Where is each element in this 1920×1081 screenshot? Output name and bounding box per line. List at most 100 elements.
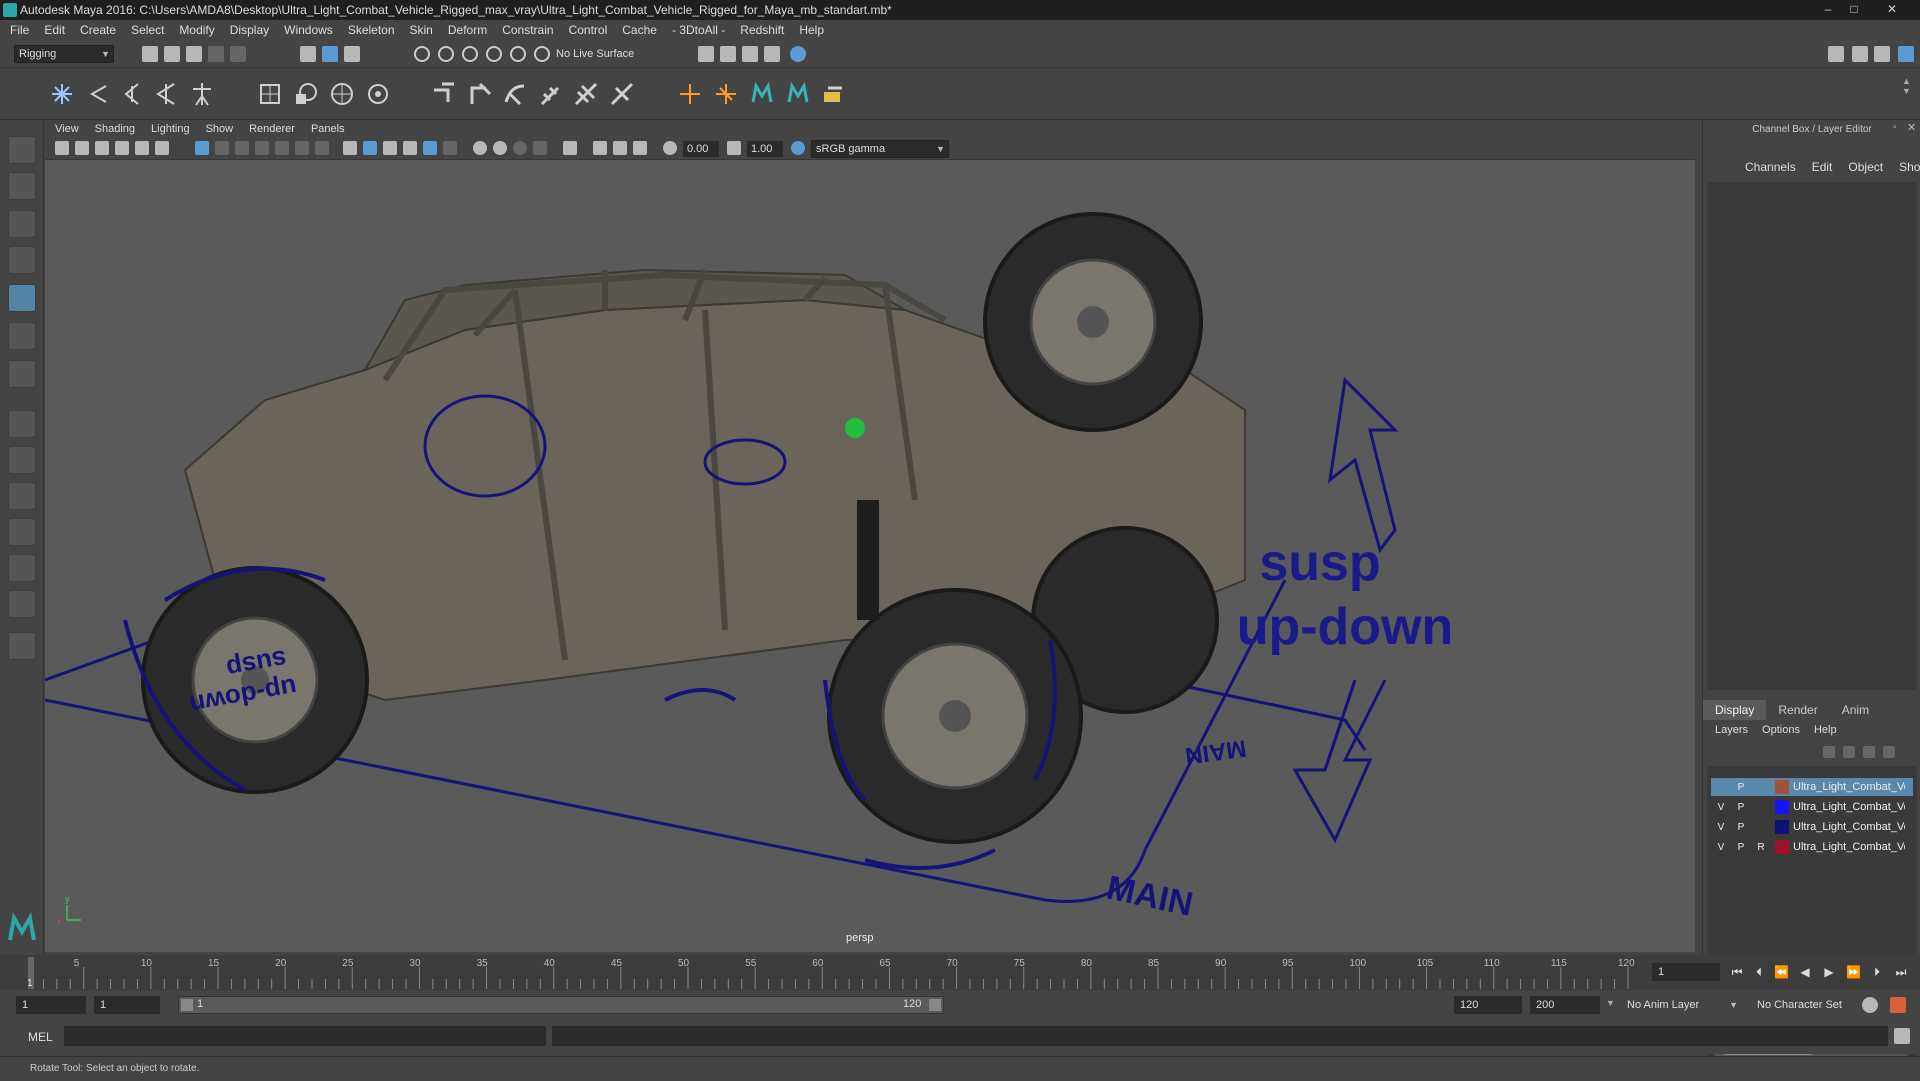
ik-handle-icon[interactable] bbox=[84, 80, 112, 108]
safe-title-icon[interactable] bbox=[315, 141, 329, 155]
parent-constraint-icon[interactable] bbox=[572, 80, 600, 108]
modeling-toolkit-icon[interactable] bbox=[1828, 46, 1844, 62]
rotate-tool-icon[interactable] bbox=[8, 284, 36, 312]
attribute-editor-icon[interactable] bbox=[1852, 46, 1868, 62]
render-view-icon[interactable] bbox=[790, 46, 806, 62]
custom-layout-icon[interactable] bbox=[8, 632, 36, 660]
select-component-icon[interactable] bbox=[344, 46, 360, 62]
pole-vector-icon[interactable] bbox=[608, 80, 636, 108]
menu-cache[interactable]: Cache bbox=[622, 23, 657, 37]
exposure-field[interactable]: 0.00 bbox=[683, 141, 719, 157]
wireframe-on-shaded-icon[interactable] bbox=[403, 141, 417, 155]
viewport-scene[interactable]: susp up-down MAIN MAIN susp up-down y x bbox=[44, 160, 1695, 952]
ik-spline-icon[interactable] bbox=[118, 80, 146, 108]
minimize-button[interactable]: – bbox=[1816, 1, 1840, 17]
animation-end-field[interactable]: 200 bbox=[1530, 996, 1600, 1014]
new-empty-layer-icon[interactable] bbox=[1863, 746, 1875, 758]
snap-grid-icon[interactable] bbox=[414, 46, 430, 62]
layer-visibility-toggle[interactable]: V bbox=[1711, 822, 1731, 833]
time-slider[interactable]: 5 10 15 20 25 30 35 40 45 50 55 60 65 70 75 80 85 90 95 100… bbox=[0, 955, 1920, 990]
close-button[interactable]: ✕ bbox=[1880, 1, 1904, 17]
layer-playback-toggle[interactable]: P bbox=[1731, 782, 1751, 793]
open-scene-icon[interactable] bbox=[164, 46, 180, 62]
layer-row[interactable]: V P Ultra_Light_Combat_Vehicle bbox=[1711, 818, 1913, 836]
step-back-icon[interactable]: ⏪ bbox=[1774, 965, 1789, 979]
use-default-material-icon[interactable] bbox=[383, 141, 397, 155]
play-icon[interactable]: ▶ bbox=[1822, 965, 1836, 979]
channel-box-menu-object[interactable]: Object bbox=[1848, 160, 1883, 174]
character-icon[interactable] bbox=[748, 80, 776, 108]
menu-redshift[interactable]: Redshift bbox=[740, 23, 784, 37]
play-back-icon[interactable]: ◀ bbox=[1798, 965, 1812, 979]
layer-color-swatch[interactable] bbox=[1775, 800, 1789, 814]
grease-pencil-icon[interactable] bbox=[155, 141, 169, 155]
gamma-field[interactable]: 1.00 bbox=[747, 141, 783, 157]
menu-file[interactable]: File bbox=[10, 23, 29, 37]
camera-select-icon[interactable] bbox=[55, 141, 69, 155]
script-editor-icon[interactable] bbox=[1894, 1028, 1910, 1044]
channel-box-toggle-icon[interactable] bbox=[1898, 46, 1914, 62]
snap-curve-icon[interactable] bbox=[438, 46, 454, 62]
range-options-chevron-icon[interactable]: ▼ bbox=[1606, 998, 1615, 1008]
tab-display[interactable]: Display bbox=[1703, 700, 1767, 720]
menu-create[interactable]: Create bbox=[80, 23, 116, 37]
grid-toggle-icon[interactable] bbox=[195, 141, 209, 155]
layer-color-swatch[interactable] bbox=[1775, 820, 1789, 834]
move-layer-down-icon[interactable] bbox=[1843, 746, 1855, 758]
hik-icon[interactable] bbox=[784, 80, 812, 108]
range-end-handle[interactable] bbox=[929, 999, 941, 1011]
layer-color-swatch[interactable] bbox=[1775, 840, 1789, 854]
viewport-menu-shading[interactable]: Shading bbox=[95, 123, 135, 135]
color-management-icon[interactable] bbox=[791, 141, 805, 155]
viewport-menu-view[interactable]: View bbox=[55, 123, 79, 135]
layer-menu-options[interactable]: Options bbox=[1762, 724, 1800, 736]
menu-help[interactable]: Help bbox=[799, 23, 824, 37]
layer-row[interactable]: V P Ultra_Light_Combat_Vehicle bbox=[1711, 798, 1913, 816]
auto-key-icon[interactable] bbox=[1862, 997, 1878, 1013]
menu-windows[interactable]: Windows bbox=[284, 23, 333, 37]
layer-row[interactable]: P Ultra_Light_Combat_Vehicle bbox=[1711, 778, 1913, 796]
xray-joints-icon[interactable] bbox=[613, 141, 627, 155]
isolate-select-icon[interactable] bbox=[563, 141, 577, 155]
command-input[interactable] bbox=[64, 1026, 546, 1046]
channel-box-menu-edit[interactable]: Edit bbox=[1812, 160, 1833, 174]
hypershade-layout-icon[interactable] bbox=[8, 554, 36, 582]
single-perspective-layout-icon[interactable] bbox=[8, 410, 36, 438]
undo-icon[interactable] bbox=[208, 46, 224, 62]
playback-start-field[interactable]: 1 bbox=[94, 996, 160, 1014]
film-gate-icon[interactable] bbox=[215, 141, 229, 155]
menu-skeleton[interactable]: Skeleton bbox=[348, 23, 395, 37]
command-language-label[interactable]: MEL bbox=[28, 1030, 53, 1044]
aim-constraint-icon[interactable] bbox=[466, 80, 494, 108]
menu-edit[interactable]: Edit bbox=[44, 23, 65, 37]
tool-settings-icon[interactable] bbox=[1874, 46, 1890, 62]
hypershade-icon[interactable] bbox=[764, 46, 780, 62]
playback-end-field[interactable]: 120 bbox=[1454, 996, 1522, 1014]
view-transform-dropdown[interactable]: sRGB gamma ▼ bbox=[811, 140, 949, 158]
cluster-icon[interactable] bbox=[364, 80, 392, 108]
layer-visibility-toggle[interactable]: V bbox=[1711, 802, 1731, 813]
animation-preferences-icon[interactable] bbox=[1890, 997, 1906, 1013]
timeline-ruler[interactable]: 5 10 15 20 25 30 35 40 45 50 55 60 65 70 75 80 85 90 95 100… bbox=[28, 955, 1640, 989]
field-chart-icon[interactable] bbox=[275, 141, 289, 155]
anti-aliasing-icon[interactable] bbox=[533, 141, 547, 155]
panel-float-icon[interactable]: ▫ bbox=[1893, 122, 1897, 133]
snap-vertex-icon[interactable] bbox=[534, 46, 550, 62]
gate-mask-icon[interactable] bbox=[255, 141, 269, 155]
bind-skin-icon[interactable] bbox=[256, 80, 284, 108]
step-back-key-icon[interactable]: ⏴ bbox=[1752, 965, 1766, 979]
layer-menu-help[interactable]: Help bbox=[1814, 724, 1837, 736]
screen-space-ao-icon[interactable] bbox=[493, 141, 507, 155]
range-start-handle[interactable] bbox=[181, 999, 193, 1011]
animation-start-field[interactable]: 1 bbox=[16, 996, 86, 1014]
menu-set-dropdown[interactable]: Rigging ▼ bbox=[14, 45, 114, 63]
shadows-icon[interactable] bbox=[473, 141, 487, 155]
graph-editor-layout-icon[interactable] bbox=[8, 518, 36, 546]
lattice-icon[interactable] bbox=[328, 80, 356, 108]
menu-deform[interactable]: Deform bbox=[448, 23, 487, 37]
layer-display-type-toggle[interactable]: R bbox=[1751, 842, 1771, 853]
render-frame-icon[interactable] bbox=[698, 46, 714, 62]
viewport-menu-show[interactable]: Show bbox=[206, 123, 234, 135]
anim-layer-dropdown[interactable]: No Anim Layer ▼ bbox=[1622, 996, 1742, 1014]
menu-skin[interactable]: Skin bbox=[410, 23, 433, 37]
